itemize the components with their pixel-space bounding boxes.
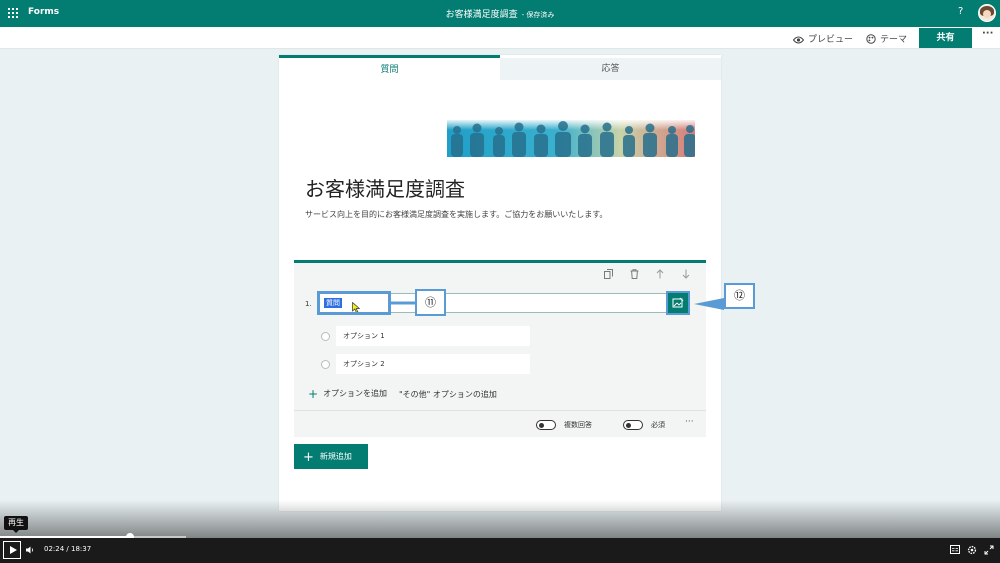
add-option-button[interactable]: + オプションを追加 <box>308 387 387 401</box>
question-number: 1. <box>305 300 312 308</box>
form-description[interactable]: サービス向上を目的にお客様満足度調査を実施します。ご協力をお願いいたします。 <box>305 209 607 220</box>
preview-label: プレビュー <box>808 35 854 45</box>
preview-button[interactable]: プレビュー <box>792 32 854 45</box>
play-tooltip: 再生 <box>4 516 28 533</box>
time-display: 02:24 / 18:37 <box>44 545 91 553</box>
option-1-radio[interactable] <box>321 332 330 341</box>
plus-icon: + <box>308 387 319 401</box>
top-bar: Forms お客様満足度調査 - 保存済み ? <box>0 0 1000 27</box>
multiple-answers-toggle[interactable] <box>536 420 556 430</box>
required-label: 必須 <box>651 421 665 429</box>
callout-12-label: ⑫ <box>724 283 755 309</box>
settings-icon[interactable] <box>967 545 977 555</box>
image-icon <box>672 297 684 308</box>
insert-media-button[interactable] <box>666 291 690 315</box>
question-more-button[interactable]: ··· <box>685 417 694 427</box>
tab-questions[interactable]: 質問 <box>279 55 500 80</box>
callout-11-label: ⑪ <box>415 289 446 316</box>
time-separator: / <box>66 545 69 553</box>
option-2-radio[interactable] <box>321 360 330 369</box>
arrow-up-icon[interactable] <box>656 269 664 279</box>
tab-responses[interactable]: 応答 <box>500 58 721 80</box>
theme-button[interactable]: テーマ <box>866 32 907 45</box>
play-button[interactable] <box>3 541 21 559</box>
callout-11-connector <box>391 301 416 305</box>
duration: 18:37 <box>71 545 92 553</box>
required-toggle[interactable] <box>623 420 643 430</box>
multiple-answers-label: 複数回答 <box>564 421 592 429</box>
option-1-input[interactable]: オプション 1 <box>336 326 530 346</box>
document-title-text: お客様満足度調査 <box>445 10 518 20</box>
form-toolbar: プレビュー テーマ 共有 ··· <box>0 27 1000 49</box>
current-time: 02:24 <box>44 545 65 553</box>
form-card: 質問 応答 お客様満足度調査 サービス向上を目的にお客様満足度調査を実施します。… <box>279 55 724 511</box>
player-controls: 02:24 / 18:37 <box>0 538 1000 563</box>
more-options-button[interactable]: ··· <box>982 28 993 39</box>
volume-icon[interactable] <box>25 545 35 555</box>
captions-icon[interactable] <box>950 545 960 554</box>
player-gradient <box>0 500 1000 538</box>
form-title[interactable]: お客様満足度調査 <box>305 173 465 202</box>
theme-label: テーマ <box>880 35 908 45</box>
saved-status: - 保存済み <box>521 11 555 19</box>
arrow-down-icon[interactable] <box>682 269 690 279</box>
document-title: お客様満足度調査 - 保存済み <box>0 7 1000 20</box>
play-icon <box>10 546 17 554</box>
option-2-input[interactable]: オプション 2 <box>336 354 530 374</box>
add-other-option-button[interactable]: "その他" オプションの追加 <box>399 389 497 400</box>
add-new-label: 新規追加 <box>319 452 352 461</box>
fullscreen-icon[interactable] <box>984 545 994 555</box>
plus-icon: + <box>303 450 314 465</box>
eye-icon <box>792 36 805 44</box>
question-footer: 複数回答 必須 ··· <box>294 410 706 437</box>
help-button[interactable]: ? <box>958 6 963 17</box>
avatar[interactable] <box>978 4 996 22</box>
share-button[interactable]: 共有 <box>919 28 972 48</box>
palette-icon <box>866 34 876 44</box>
banner-image <box>447 120 695 157</box>
trash-icon[interactable] <box>630 269 639 279</box>
add-new-button[interactable]: + 新規追加 <box>294 444 368 469</box>
copy-icon[interactable] <box>604 269 613 279</box>
add-option-label: オプションを追加 <box>323 389 388 398</box>
question-block[interactable]: 1. 質問 ⑪ オプション 1 オプション 2 + オプションを追加 "その他" … <box>294 260 724 437</box>
callout-12-connector <box>694 298 724 310</box>
callout-11-highlight <box>317 291 391 315</box>
